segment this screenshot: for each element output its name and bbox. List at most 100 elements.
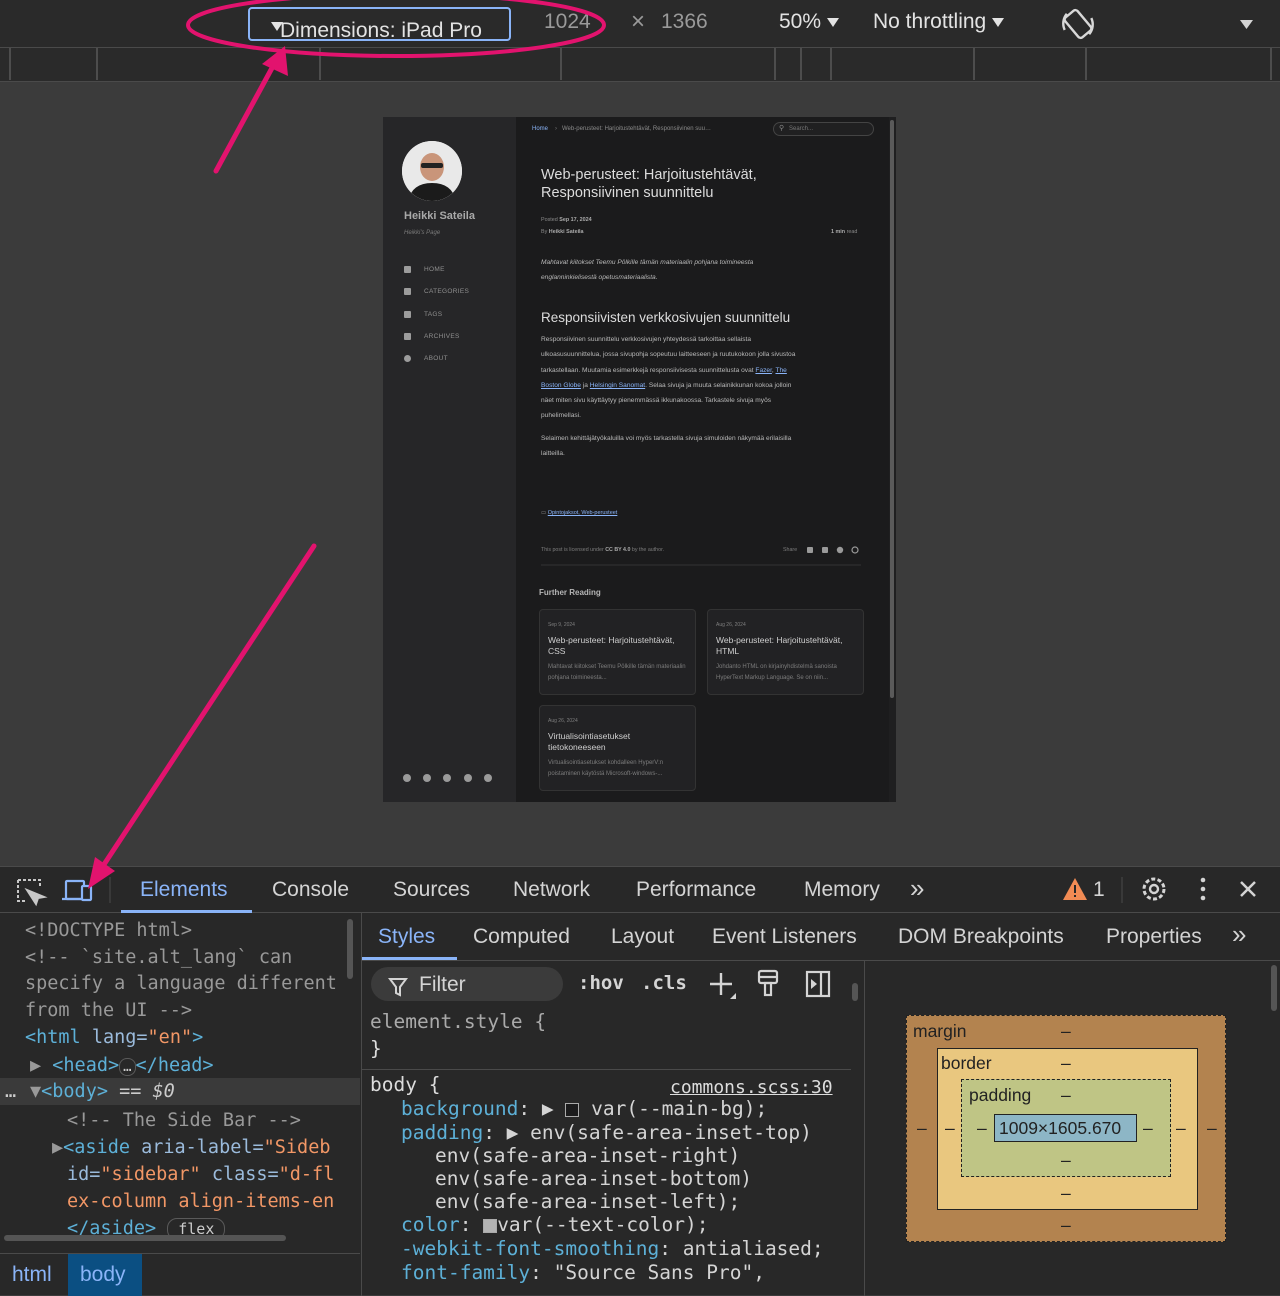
- close-icon[interactable]: [1240, 881, 1256, 897]
- dom-comment: <!-- The Side Bar -->: [67, 1110, 301, 1131]
- styles-scrollbar[interactable]: [852, 983, 858, 1001]
- warning-count[interactable]: 1: [1093, 878, 1105, 902]
- style-decl-background[interactable]: background: ▶ var(--main-bg);: [401, 1097, 767, 1121]
- paint-brush-icon[interactable]: [757, 969, 779, 997]
- dom-head-node[interactable]: ▶ <head>… </head>: [30, 1052, 214, 1079]
- boxmodel-scrollbar[interactable]: [1271, 965, 1277, 1011]
- dom-aside-attrs: id="sidebar" class="d-fl: [67, 1164, 335, 1185]
- tab-console[interactable]: Console: [272, 878, 349, 902]
- card-date: Aug 26, 2024: [716, 622, 746, 628]
- style-decl-smoothing[interactable]: -webkit-font-smoothing: antialiased;: [401, 1237, 824, 1261]
- tab-styles[interactable]: Styles: [378, 925, 435, 949]
- border-right-value[interactable]: –: [1176, 1118, 1186, 1139]
- border-bottom-value[interactable]: –: [1061, 1183, 1071, 1204]
- tab-memory[interactable]: Memory: [804, 878, 880, 902]
- dom-comment: from the UI -->: [25, 1000, 193, 1021]
- box-model-diagram: margin border padding 1009×1605.670 – – …: [864, 961, 1280, 1296]
- more-options-chevron-icon[interactable]: [1240, 20, 1253, 29]
- color-swatch[interactable]: [565, 1102, 580, 1117]
- page-scrollbar[interactable]: [890, 120, 894, 698]
- tab-sources[interactable]: Sources: [393, 878, 470, 902]
- dom-tree: <!DOCTYPE html> <!-- `site.alt_lang` can…: [0, 913, 360, 1243]
- dom-comment[interactable]: <!-- `site.alt_lang` can: [25, 944, 292, 971]
- margin-left-value[interactable]: –: [917, 1118, 927, 1139]
- toggle-device-toolbar-icon[interactable]: [62, 879, 93, 902]
- dom-breadcrumbs: html body: [0, 1253, 360, 1296]
- tab-elements[interactable]: Elements: [140, 878, 228, 902]
- element-style-close: }: [370, 1037, 382, 1060]
- rotate-icon[interactable]: [1058, 4, 1099, 45]
- toggle-sidebar-icon[interactable]: [805, 970, 831, 998]
- dom-doctype[interactable]: <!DOCTYPE html>: [25, 917, 192, 944]
- related-card[interactable]: Aug 26, 2024 Web-perusteet: Harjoitusteh…: [707, 609, 864, 695]
- facebook-share-icon[interactable]: [822, 547, 828, 553]
- border-left-value[interactable]: –: [945, 1118, 955, 1139]
- dom-scrollbar-vertical[interactable]: [347, 919, 353, 979]
- styles-rules: element.style { } body { commons.scss:30…: [361, 983, 858, 1296]
- related-card[interactable]: Sep 9, 2024 Web-perusteet: Harjoitusteht…: [539, 609, 696, 695]
- tab-layout[interactable]: Layout: [611, 925, 674, 949]
- content-size: 1009×1605.670: [999, 1118, 1122, 1138]
- margin-bottom-value[interactable]: –: [1061, 1215, 1071, 1236]
- tab-network[interactable]: Network: [513, 878, 590, 902]
- tab-performance[interactable]: Performance: [636, 878, 756, 902]
- style-decl-padding-cont: env(safe-area-inset-left);: [435, 1190, 741, 1213]
- dom-aside-node[interactable]: ▶<aside aria-label="Sideb: [52, 1134, 348, 1161]
- padding-bottom-value[interactable]: –: [1061, 1150, 1071, 1171]
- body-rule-selector[interactable]: body {: [370, 1073, 440, 1097]
- styles-tabbar: Styles Computed Layout Event Listeners D…: [361, 913, 1280, 961]
- telegram-share-icon[interactable]: [836, 546, 844, 554]
- tab-dom-breakpoints[interactable]: DOM Breakpoints: [898, 925, 1064, 949]
- row-menu-dots: …: [5, 1081, 17, 1102]
- padding-left-value[interactable]: –: [977, 1118, 987, 1139]
- crumb-html[interactable]: html: [12, 1263, 52, 1287]
- devtools-tabbar: Elements Console Sources Network Perform…: [0, 867, 1280, 913]
- further-reading-heading: Further Reading: [539, 588, 601, 597]
- filterbar-icons: [710, 969, 831, 999]
- style-decl-padding-cont: env(safe-area-inset-right): [435, 1144, 741, 1167]
- tab-computed[interactable]: Computed: [473, 925, 570, 949]
- more-vertical-icon[interactable]: [1200, 877, 1206, 901]
- source-link[interactable]: commons.scss:30: [670, 1076, 833, 1100]
- styles-tab-indicator: [362, 957, 457, 960]
- style-decl-font-family[interactable]: font-family: "Source Sans Pro",: [401, 1261, 765, 1285]
- twitter-share-icon[interactable]: [807, 547, 813, 553]
- padding-label: padding: [969, 1085, 1032, 1105]
- dom-aside-class-cont: ex-column align-items-en: [67, 1191, 335, 1212]
- related-card[interactable]: Aug 26, 2024 Virtualisointiasetukset tie…: [539, 705, 696, 791]
- element-style-selector[interactable]: element.style {: [370, 1010, 546, 1034]
- dom-html-node[interactable]: <html lang="en">: [25, 1024, 203, 1051]
- dom-selected-row[interactable]: … ▼<body> == $0: [0, 1078, 360, 1105]
- border-top-value[interactable]: –: [1061, 1053, 1071, 1074]
- margin-top-value[interactable]: –: [1061, 1021, 1071, 1042]
- share-icons: [541, 546, 861, 566]
- crumb-body[interactable]: body: [80, 1263, 126, 1287]
- style-decl-padding[interactable]: padding: ▶ env(safe-area-inset-top): [401, 1121, 812, 1145]
- tab-properties[interactable]: Properties: [1106, 925, 1202, 949]
- card-date: Aug 26, 2024: [548, 718, 578, 724]
- padding-top-value[interactable]: –: [1061, 1085, 1071, 1106]
- card-title: Virtualisointiasetukset tietokoneeseen: [548, 731, 631, 752]
- more-tabs-button[interactable]: »: [1232, 919, 1246, 950]
- card-title: Web-perusteet: Harjoitustehtävät, CSS: [548, 635, 675, 656]
- inspect-element-icon[interactable]: [17, 879, 48, 907]
- copy-link-icon[interactable]: [851, 546, 859, 554]
- media-query-ruler: [0, 48, 1280, 82]
- card-excerpt: Mahtavat kiitokset Teemu Pölkille tämän …: [548, 664, 686, 681]
- styles-filterbar: Filter :hov .cls: [361, 961, 856, 1009]
- style-decl-color[interactable]: color: var(--text-color);: [401, 1213, 709, 1237]
- rule-divider: [362, 1069, 851, 1070]
- collapsed-ellipsis: …: [119, 1058, 136, 1076]
- dom-scrollbar-horizontal[interactable]: [4, 1235, 286, 1241]
- margin-right-value[interactable]: –: [1207, 1118, 1217, 1139]
- warning-icon[interactable]: [1063, 878, 1087, 900]
- settings-gear-icon[interactable]: [1142, 877, 1166, 901]
- device-toolbar: Dimensions: iPad Pro 1024 × 1366 50% No …: [0, 0, 1280, 48]
- more-tabs-button[interactable]: »: [910, 873, 924, 904]
- border-label: border: [941, 1053, 992, 1073]
- new-style-rule-icon[interactable]: [710, 973, 736, 999]
- padding-right-value[interactable]: –: [1143, 1118, 1153, 1139]
- arrow-to-device-toggle: [88, 543, 317, 889]
- tab-event-listeners[interactable]: Event Listeners: [712, 925, 857, 949]
- color-swatch[interactable]: [483, 1218, 498, 1233]
